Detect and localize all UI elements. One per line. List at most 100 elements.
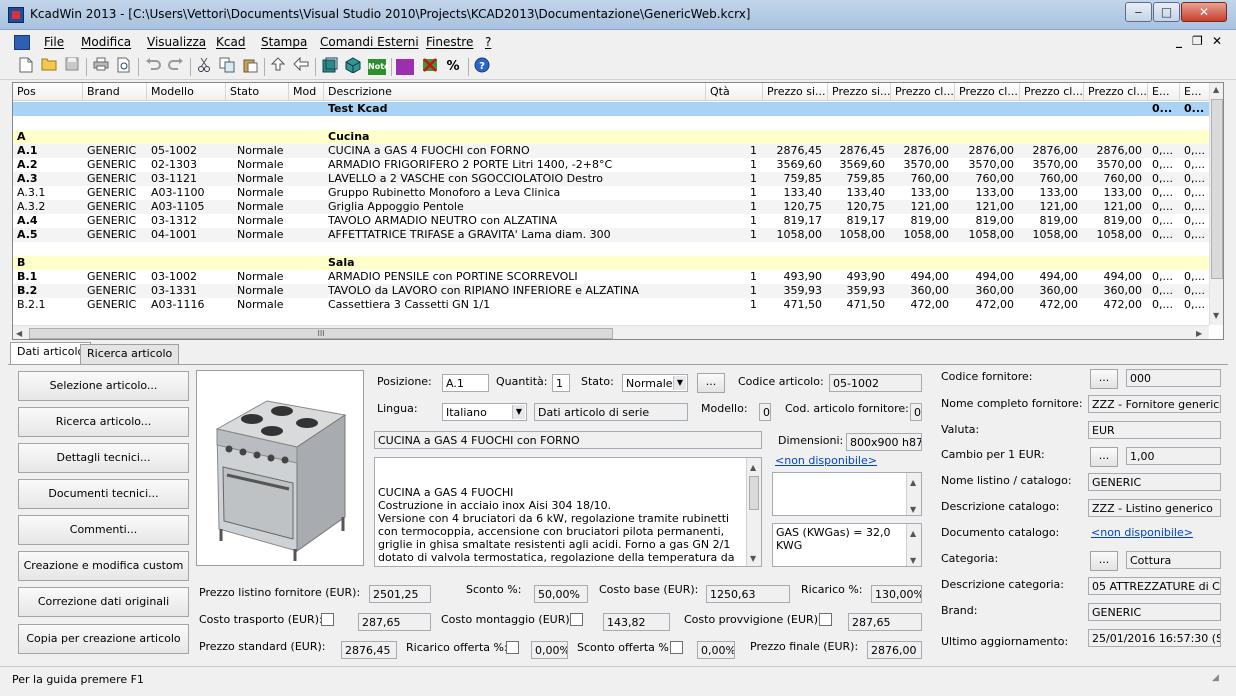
scroll-down-icon[interactable]: ▼: [750, 552, 756, 565]
categoria-browse-button[interactable]: ...: [1090, 551, 1118, 571]
ricarico-offerta-checkbox[interactable]: [506, 641, 519, 654]
costo-montaggio-checkbox[interactable]: [570, 613, 583, 626]
menu-file[interactable]: File: [44, 35, 64, 49]
sconto-offerta-checkbox[interactable]: [670, 641, 683, 654]
sconto-offerta-field[interactable]: 0,00%: [697, 641, 735, 659]
table-row[interactable]: B.2.1 GENERIC A03-1116 Normale Cassettiera 3…: [13, 298, 1209, 312]
documenti-tecnici-button[interactable]: Documenti tecnici...: [18, 479, 189, 509]
help-icon[interactable]: ?: [472, 57, 492, 77]
menu-comandi-esterni[interactable]: Comandi Esterni: [320, 35, 419, 49]
long-description-textarea[interactable]: CUCINA a GAS 4 FUOCHI Costruzione in acc…: [374, 457, 762, 567]
ricarico-field[interactable]: 130,00%: [871, 585, 922, 603]
column-header[interactable]: Prezzo cl...: [891, 83, 955, 101]
ricarico-offerta-field[interactable]: 0,00%: [531, 641, 568, 659]
redo-icon[interactable]: [166, 57, 186, 77]
table-row[interactable]: Test Kcad 0... 0...: [13, 102, 1209, 116]
table-row[interactable]: A.5 GENERIC 04-1001 Normale AFFETTATRICE TRI…: [13, 228, 1209, 242]
selezione-articolo-button[interactable]: Selezione articolo...: [18, 371, 189, 401]
gas-info-textarea[interactable]: GAS (KWGas) = 32,0 KWG ▲ ▼: [772, 523, 922, 567]
column-header[interactable]: Stato: [226, 83, 289, 101]
copy-icon[interactable]: [217, 57, 237, 77]
table-row[interactable]: A.4 GENERIC 03-1312 Normale TAVOLO ARMADIO N…: [13, 214, 1209, 228]
column-header[interactable]: Qtà: [706, 83, 763, 101]
scroll-up-icon[interactable]: ▲: [910, 527, 916, 540]
column-header[interactable]: Descrizione: [324, 83, 706, 101]
menu-finestre[interactable]: Finestre: [426, 35, 473, 49]
scroll-up-icon[interactable]: ▲: [750, 461, 756, 474]
costo-trasporto-checkbox[interactable]: [321, 613, 334, 626]
minimize-button[interactable]: ‒: [1125, 2, 1152, 22]
table-row[interactable]: A.2 GENERIC 02-1303 Normale ARMADIO FRIGORIF…: [13, 158, 1209, 172]
stato-browse-button[interactable]: ...: [697, 373, 725, 393]
table-row[interactable]: B.1 GENERIC 03-1002 Normale ARMADIO PENSILE …: [13, 270, 1209, 284]
scroll-up-icon[interactable]: ▲: [910, 476, 916, 489]
cambio-browse-button[interactable]: ...: [1090, 447, 1118, 467]
table-row[interactable]: A.3 GENERIC 03-1121 Normale LAVELLO a 2 VASC…: [13, 172, 1209, 186]
table-row[interactable]: B.2 GENERIC 03-1331 Normale TAVOLO da LAVORO…: [13, 284, 1209, 298]
table-row[interactable]: [13, 242, 1209, 256]
column-header[interactable]: E...: [1148, 83, 1180, 101]
brand-field[interactable]: GENERIC: [1088, 603, 1221, 621]
copia-articolo-button[interactable]: Copia per creazione articolo: [18, 624, 189, 654]
valuta-field[interactable]: EUR: [1088, 421, 1221, 439]
description-scroll-thumb[interactable]: [749, 476, 759, 510]
undo-icon[interactable]: [143, 57, 163, 77]
notes-textarea[interactable]: ▲ ▼: [772, 472, 922, 516]
move-up-icon[interactable]: [268, 57, 288, 77]
column-header[interactable]: Prezzo cl...: [1020, 83, 1084, 101]
table-row[interactable]: B Sala: [13, 256, 1209, 270]
costo-montaggio-field[interactable]: 143,82: [603, 613, 670, 631]
horizontal-scroll-thumb[interactable]: III: [29, 328, 613, 339]
column-header[interactable]: Prezzo cl...: [955, 83, 1020, 101]
scroll-down-icon[interactable]: ▼: [910, 503, 916, 515]
descrizione-catalogo-field[interactable]: ZZZ - Listino generico: [1088, 499, 1221, 517]
ricerca-articolo-button[interactable]: Ricerca articolo...: [18, 407, 189, 437]
menu-help[interactable]: ?: [485, 35, 491, 49]
paste-icon[interactable]: [240, 57, 260, 77]
mdi-restore-button[interactable]: ❐: [1192, 34, 1203, 48]
mdi-minimize-button[interactable]: _: [1176, 34, 1182, 48]
close-button[interactable]: ✕: [1181, 2, 1227, 22]
modello-field[interactable]: 0: [759, 403, 771, 421]
gas-info-scrollbar[interactable]: ▲ ▼: [906, 524, 921, 566]
correzione-dati-button[interactable]: Correzione dati originali: [18, 587, 189, 617]
table-row[interactable]: [13, 116, 1209, 130]
categoria-field[interactable]: Cottura: [1126, 551, 1221, 569]
document-icon[interactable]: [14, 35, 30, 50]
new-icon[interactable]: [16, 57, 36, 77]
codice-fornitore-browse-button[interactable]: ...: [1090, 369, 1118, 389]
column-header[interactable]: Prezzo si...: [763, 83, 828, 101]
cod-fornitore-field[interactable]: 0: [910, 403, 922, 421]
scroll-down-icon[interactable]: ▼: [1213, 311, 1219, 320]
vertical-scrollbar[interactable]: ▲ ▼: [1209, 83, 1223, 325]
resize-grip-icon[interactable]: ◢: [1212, 673, 1226, 687]
tab-ricerca-articolo[interactable]: Ricerca articolo: [80, 344, 180, 364]
menu-visualizza[interactable]: Visualizza: [147, 35, 206, 49]
menu-modifica[interactable]: Modifica: [81, 35, 131, 49]
column-header[interactable]: E...: [1180, 83, 1212, 101]
ultimo-aggiornamento-field[interactable]: 25/01/2016 16:57:30 (SIBI: [1088, 629, 1221, 647]
print-icon[interactable]: [91, 57, 111, 77]
costo-provvigione-checkbox[interactable]: [819, 613, 832, 626]
notes-scrollbar[interactable]: ▲ ▼: [906, 473, 921, 515]
lingua-select[interactable]: Italiano ▼: [442, 403, 527, 421]
posizione-field[interactable]: A.1: [442, 374, 489, 392]
scroll-down-icon[interactable]: ▼: [910, 554, 916, 566]
column-header[interactable]: Prezzo cl...: [1084, 83, 1148, 101]
note-icon[interactable]: Note: [368, 59, 389, 75]
cut-icon[interactable]: [194, 57, 214, 77]
menu-stampa[interactable]: Stampa: [261, 35, 307, 49]
horizontal-scrollbar[interactable]: ◀ III ▶: [13, 325, 1209, 339]
open-icon[interactable]: [39, 57, 59, 77]
price-icon[interactable]: [396, 59, 414, 75]
article-grid[interactable]: Pos Brand Modello Stato Mod Descrizione Qtà Pre…: [12, 82, 1224, 340]
nome-listino-field[interactable]: GENERIC: [1088, 473, 1221, 491]
cambio-field[interactable]: 1,00: [1126, 447, 1221, 465]
column-header[interactable]: Prezzo si...: [828, 83, 891, 101]
creazione-custom-button[interactable]: Creazione e modifica custom: [18, 551, 189, 581]
print-preview-icon[interactable]: [114, 57, 134, 77]
prezzo-finale-field[interactable]: 2876,00: [867, 641, 922, 659]
quantita-field[interactable]: 1: [552, 374, 570, 392]
scroll-left-icon[interactable]: ◀: [16, 329, 22, 338]
table-row[interactable]: A.3.1 GENERIC A03-1100 Normale Gruppo Rubine…: [13, 186, 1209, 200]
